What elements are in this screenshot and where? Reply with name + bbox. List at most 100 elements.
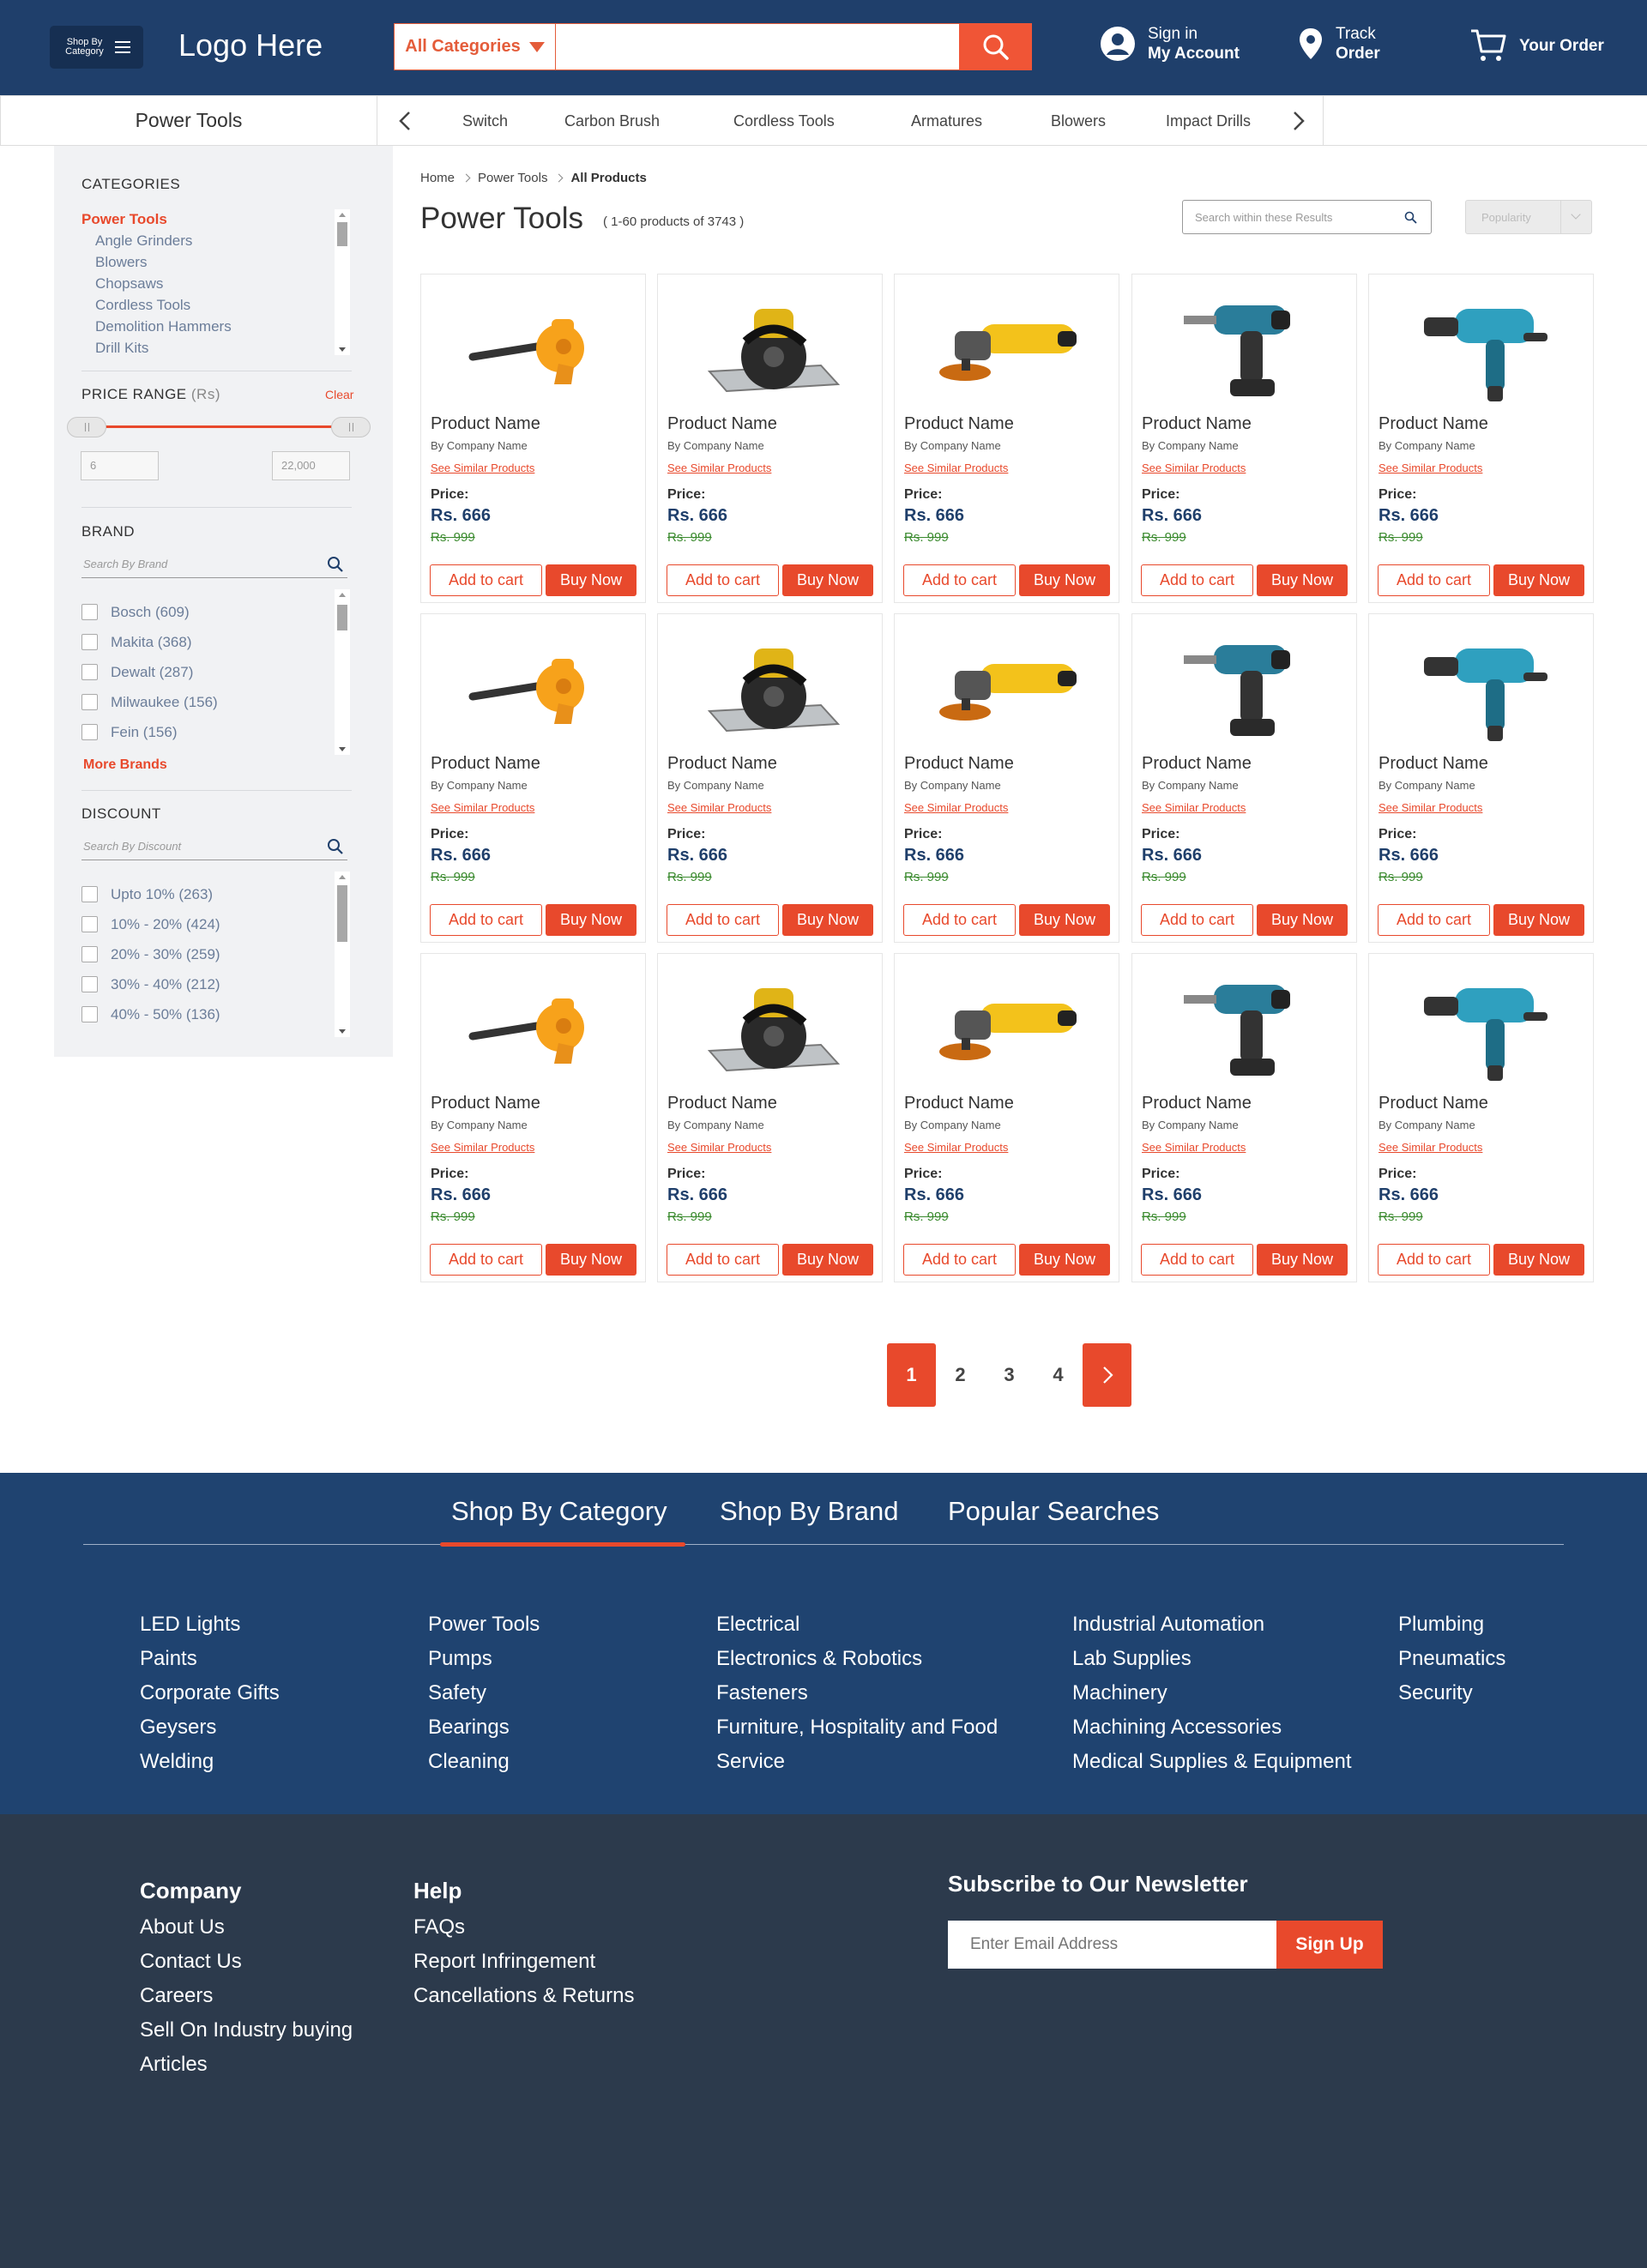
product-image[interactable] — [1403, 290, 1558, 410]
page-button-4[interactable]: 4 — [1034, 1343, 1083, 1407]
checkbox[interactable] — [81, 976, 98, 992]
footer-link[interactable]: Corporate Gifts — [140, 1676, 280, 1710]
footer-link[interactable]: Cleaning — [428, 1745, 540, 1779]
footer-link[interactable]: Pneumatics — [1398, 1642, 1505, 1676]
footer-link[interactable]: Articles — [140, 2048, 353, 2082]
footer-link[interactable]: Welding — [140, 1745, 280, 1779]
product-card[interactable]: Product Name By Company Name See Similar P… — [420, 953, 646, 1282]
see-similar-link[interactable]: See Similar Products — [904, 801, 1008, 814]
checkbox[interactable] — [81, 946, 98, 962]
buy-now-button[interactable]: Buy Now — [782, 1244, 873, 1276]
product-name[interactable]: Product Name — [667, 1094, 777, 1113]
buy-now-button[interactable]: Buy Now — [1493, 904, 1584, 936]
subnav-link-impact-drills[interactable]: Impact Drills — [1166, 112, 1251, 130]
footer-link[interactable]: Security — [1398, 1676, 1505, 1710]
product-card[interactable]: Product Name By Company Name See Similar P… — [657, 274, 883, 603]
discount-option[interactable]: 30% - 40% (212) — [81, 969, 347, 999]
scroll-thumb[interactable] — [337, 605, 347, 630]
add-to-cart-button[interactable]: Add to cart — [903, 1244, 1016, 1276]
footer-link[interactable]: Machinery — [1072, 1676, 1352, 1710]
product-image[interactable] — [929, 290, 1083, 410]
product-name[interactable]: Product Name — [667, 754, 777, 774]
see-similar-link[interactable]: See Similar Products — [667, 801, 771, 814]
product-name[interactable]: Product Name — [904, 754, 1014, 774]
footer-link[interactable]: Electrical — [716, 1608, 998, 1642]
product-card[interactable]: Product Name By Company Name See Similar P… — [1131, 613, 1357, 943]
checkbox[interactable] — [81, 634, 98, 650]
search-icon[interactable] — [327, 556, 344, 573]
add-to-cart-button[interactable]: Add to cart — [430, 1244, 542, 1276]
buy-now-button[interactable]: Buy Now — [1493, 564, 1584, 596]
see-similar-link[interactable]: See Similar Products — [667, 1141, 771, 1154]
sort-select[interactable]: Popularity — [1465, 200, 1592, 234]
product-card[interactable]: Product Name By Company Name See Similar P… — [1368, 613, 1594, 943]
checkbox[interactable] — [81, 604, 98, 620]
footer-link[interactable]: Paints — [140, 1642, 280, 1676]
add-to-cart-button[interactable]: Add to cart — [667, 564, 779, 596]
subnav-link-armatures[interactable]: Armatures — [911, 112, 982, 130]
clear-price-link[interactable]: Clear — [325, 388, 353, 401]
category-item[interactable]: Drill Kits — [81, 337, 347, 359]
footer-link[interactable]: Fasteners — [716, 1676, 998, 1710]
category-item[interactable]: Cordless Tools — [81, 294, 347, 316]
see-similar-link[interactable]: See Similar Products — [1379, 461, 1482, 474]
product-image[interactable] — [929, 630, 1083, 750]
product-name[interactable]: Product Name — [1379, 754, 1488, 774]
search-input[interactable] — [558, 24, 944, 69]
buy-now-button[interactable]: Buy Now — [1019, 904, 1110, 936]
product-name[interactable]: Product Name — [431, 754, 540, 774]
buy-now-button[interactable]: Buy Now — [1493, 1244, 1584, 1276]
footer-link[interactable]: Safety — [428, 1676, 540, 1710]
product-name[interactable]: Product Name — [904, 414, 1014, 434]
checkbox[interactable] — [81, 664, 98, 680]
buy-now-button[interactable]: Buy Now — [1257, 564, 1348, 596]
scroll-thumb[interactable] — [337, 885, 347, 942]
product-image[interactable] — [1403, 630, 1558, 750]
see-similar-link[interactable]: See Similar Products — [1379, 1141, 1482, 1154]
product-image[interactable] — [1167, 290, 1321, 410]
product-image[interactable] — [1167, 969, 1321, 1089]
brand-option[interactable]: Milwaukee (156) — [81, 687, 347, 717]
footer-link[interactable]: Lab Supplies — [1072, 1642, 1352, 1676]
footer-link[interactable]: FAQs — [413, 1910, 634, 1945]
subnav-link-carbon-brush[interactable]: Carbon Brush — [564, 112, 660, 130]
footer-link[interactable]: Machining Accessories — [1072, 1710, 1352, 1745]
product-card[interactable]: Product Name By Company Name See Similar P… — [420, 613, 646, 943]
add-to-cart-button[interactable]: Add to cart — [430, 564, 542, 596]
track-order-link[interactable]: Track Order — [1298, 24, 1380, 63]
brand-option[interactable]: Dewalt (287) — [81, 657, 347, 687]
breadcrumb-home[interactable]: Home — [420, 171, 455, 185]
discount-scrollbar[interactable] — [335, 872, 350, 1037]
product-card[interactable]: Product Name By Company Name See Similar P… — [657, 613, 883, 943]
product-image[interactable] — [455, 630, 610, 750]
category-item[interactable]: Chopsaws — [81, 273, 347, 294]
your-order-link[interactable]: Your Order — [1469, 27, 1604, 63]
buy-now-button[interactable]: Buy Now — [546, 564, 636, 596]
discount-option[interactable]: 20% - 30% (259) — [81, 939, 347, 969]
see-similar-link[interactable]: See Similar Products — [904, 461, 1008, 474]
add-to-cart-button[interactable]: Add to cart — [1378, 1244, 1490, 1276]
chevron-left-icon[interactable] — [395, 110, 417, 132]
footer-tab-shop-by-category[interactable]: Shop By Category — [451, 1496, 667, 1527]
add-to-cart-button[interactable]: Add to cart — [1141, 564, 1253, 596]
see-similar-link[interactable]: See Similar Products — [1379, 801, 1482, 814]
chevron-right-icon[interactable] — [1287, 110, 1309, 132]
buy-now-button[interactable]: Buy Now — [1257, 904, 1348, 936]
see-similar-link[interactable]: See Similar Products — [1142, 801, 1246, 814]
footer-link[interactable]: About Us — [140, 1910, 353, 1945]
site-logo[interactable]: Logo Here — [178, 27, 323, 63]
product-card[interactable]: Product Name By Company Name See Similar P… — [894, 613, 1119, 943]
product-image[interactable] — [455, 290, 610, 410]
add-to-cart-button[interactable]: Add to cart — [667, 1244, 779, 1276]
buy-now-button[interactable]: Buy Now — [546, 904, 636, 936]
product-name[interactable]: Product Name — [1379, 414, 1488, 434]
category-item[interactable]: Blowers — [81, 251, 347, 273]
category-item[interactable]: Demolition Hammers — [81, 316, 347, 337]
category-select[interactable]: All Categories — [395, 24, 556, 69]
product-image[interactable] — [692, 630, 847, 750]
scroll-thumb[interactable] — [337, 222, 347, 246]
product-card[interactable]: Product Name By Company Name See Similar P… — [1368, 274, 1594, 603]
product-image[interactable] — [692, 969, 847, 1089]
see-similar-link[interactable]: See Similar Products — [431, 801, 534, 814]
brand-option[interactable]: Makita (368) — [81, 627, 347, 657]
